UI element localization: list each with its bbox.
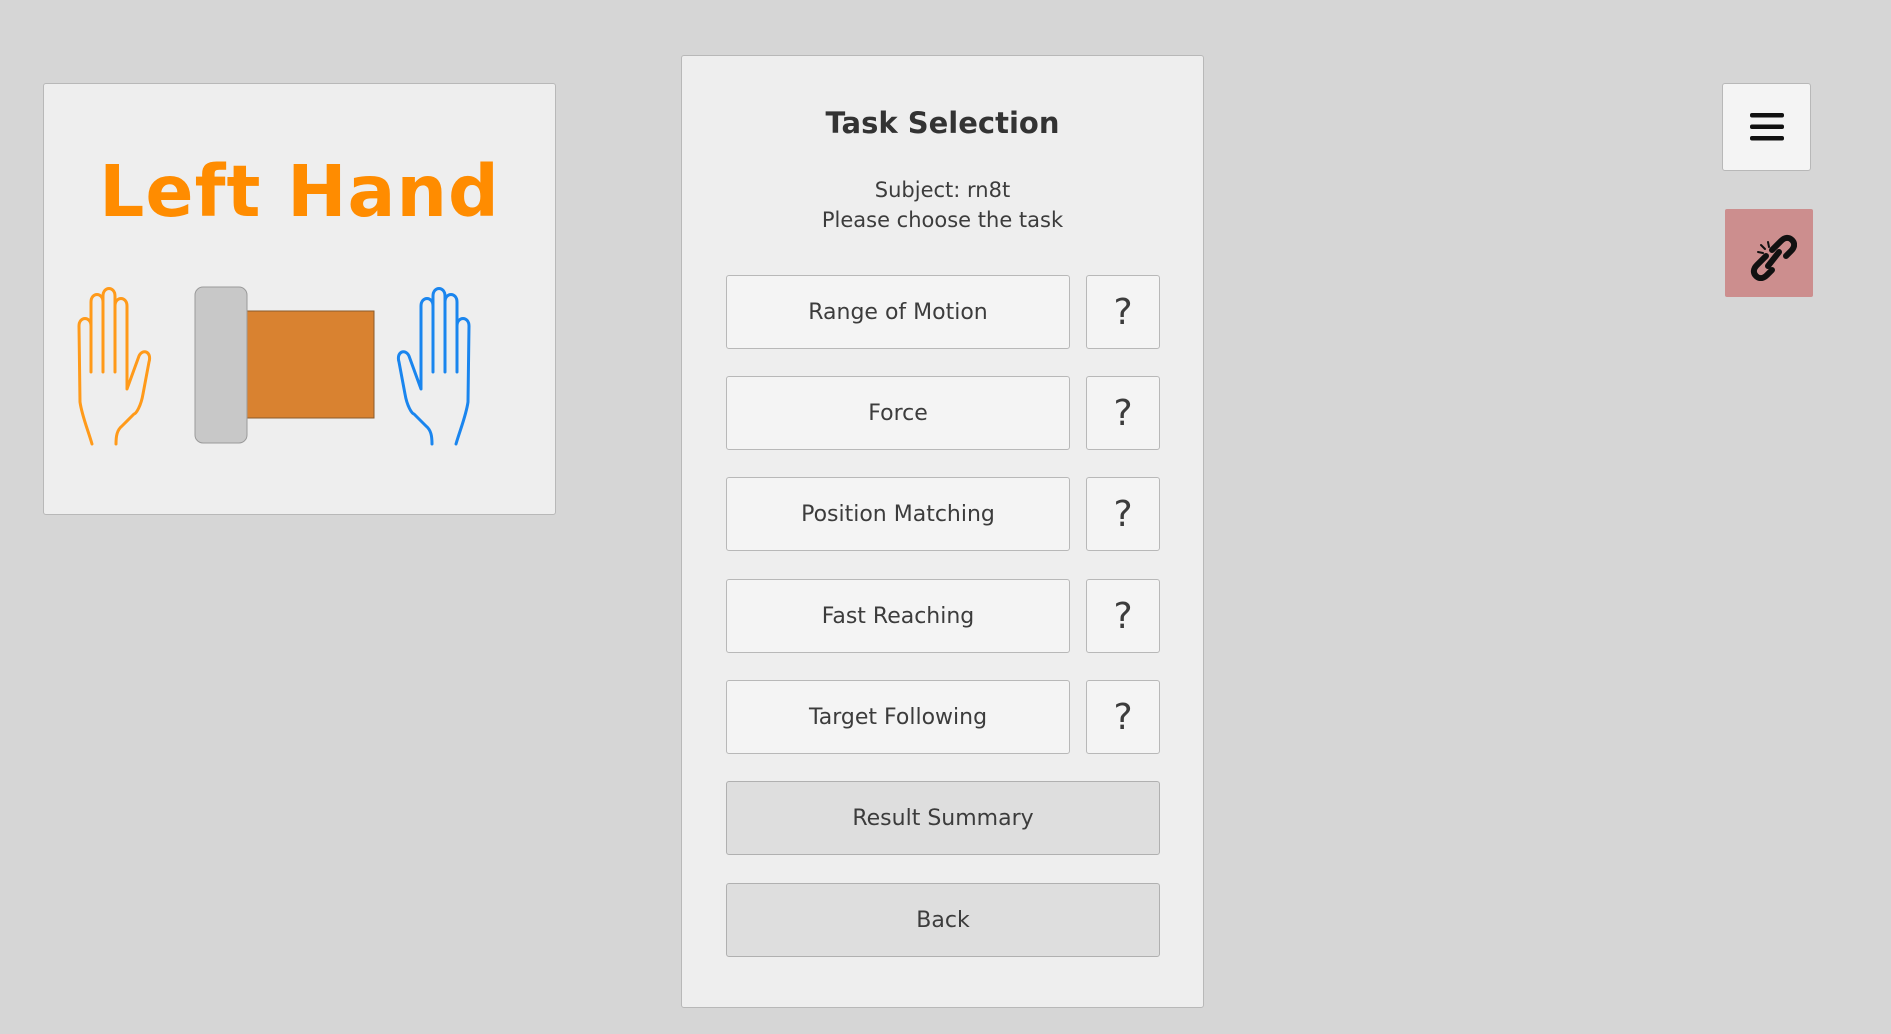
- task-selection-panel: Task Selection Subject: rn8t Please choo…: [681, 55, 1204, 1008]
- hand-selection-card: Left Hand: [43, 83, 556, 515]
- right-hand-outline-icon: [396, 287, 471, 446]
- fast-reaching-button[interactable]: Fast Reaching: [726, 579, 1070, 653]
- position-matching-button[interactable]: Position Matching: [726, 477, 1070, 551]
- broken-link-icon: [1750, 234, 1797, 281]
- fast-reaching-help-button[interactable]: ?: [1086, 579, 1160, 653]
- range-of-motion-help-button[interactable]: ?: [1086, 275, 1160, 349]
- instruction-label: Please choose the task: [821, 208, 1064, 232]
- hand-figure: [77, 286, 471, 446]
- subject-label: Subject: rn8t: [874, 178, 1011, 202]
- menu-button[interactable]: [1722, 83, 1811, 171]
- connection-button[interactable]: [1725, 209, 1813, 297]
- result-summary-button[interactable]: Result Summary: [726, 781, 1160, 855]
- target-following-button[interactable]: Target Following: [726, 680, 1070, 754]
- hamburger-menu-icon: [1749, 113, 1784, 141]
- panel-title: Task Selection: [825, 106, 1060, 140]
- range-of-motion-button[interactable]: Range of Motion: [726, 275, 1070, 349]
- left-hand-outline-icon: [77, 287, 152, 446]
- force-help-button[interactable]: ?: [1086, 376, 1160, 450]
- hand-device-icon: [194, 286, 375, 444]
- position-matching-help-button[interactable]: ?: [1086, 477, 1160, 551]
- back-button[interactable]: Back: [726, 883, 1160, 957]
- force-button[interactable]: Force: [726, 376, 1070, 450]
- target-following-help-button[interactable]: ?: [1086, 680, 1160, 754]
